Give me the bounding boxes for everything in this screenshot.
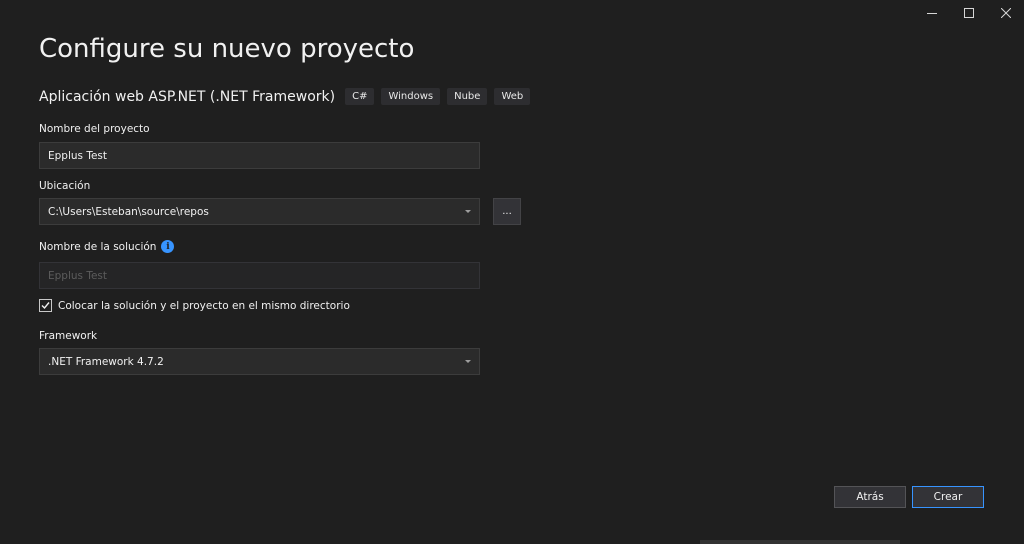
framework-value: .NET Framework 4.7.2 (48, 355, 164, 368)
project-name-value: Epplus Test (48, 149, 108, 162)
tag-web: Web (494, 88, 531, 105)
framework-combobox[interactable]: .NET Framework 4.7.2 (39, 348, 480, 375)
tag-language: C# (345, 88, 375, 105)
template-summary: Aplicación web ASP.NET (.NET Framework) … (39, 88, 537, 105)
close-icon[interactable] (987, 0, 1024, 26)
framework-label: Framework (39, 330, 98, 342)
info-icon[interactable]: i (161, 240, 175, 253)
chevron-down-icon[interactable] (465, 360, 471, 363)
project-name-label: Nombre del proyecto (39, 123, 150, 135)
same-directory-checkbox[interactable] (39, 299, 52, 312)
solution-name-label: Nombre de la solución (39, 240, 157, 253)
solution-name-placeholder: Epplus Test (48, 269, 108, 282)
project-name-input[interactable]: Epplus Test (39, 142, 480, 169)
page-title: Configure su nuevo proyecto (39, 34, 415, 64)
window-caption-buttons (913, 0, 1024, 26)
minimize-icon[interactable] (913, 0, 950, 26)
template-name: Aplicación web ASP.NET (.NET Framework) (39, 88, 336, 105)
location-combobox[interactable]: C:\Users\Esteban\source\repos (39, 198, 480, 225)
same-directory-option[interactable]: Colocar la solución y el proyecto en el … (39, 299, 350, 312)
tag-platform: Windows (381, 88, 441, 105)
maximize-icon[interactable] (950, 0, 987, 26)
location-value: C:\Users\Esteban\source\repos (48, 205, 209, 218)
location-label: Ubicación (39, 180, 91, 192)
browse-button[interactable]: ... (493, 198, 521, 225)
chevron-down-icon[interactable] (465, 210, 471, 213)
checkmark-icon (41, 302, 50, 310)
back-button[interactable]: Atrás (834, 486, 906, 508)
create-button[interactable]: Crear (912, 486, 984, 508)
solution-name-input: Epplus Test (39, 262, 480, 289)
solution-name-label-row: Nombre de la solución i (39, 240, 175, 253)
taskbar-edge (700, 540, 900, 544)
same-directory-label: Colocar la solución y el proyecto en el … (58, 299, 350, 312)
tag-cloud: Nube (447, 88, 488, 105)
configure-project-window: Configure su nuevo proyecto Aplicación w… (0, 0, 1024, 544)
